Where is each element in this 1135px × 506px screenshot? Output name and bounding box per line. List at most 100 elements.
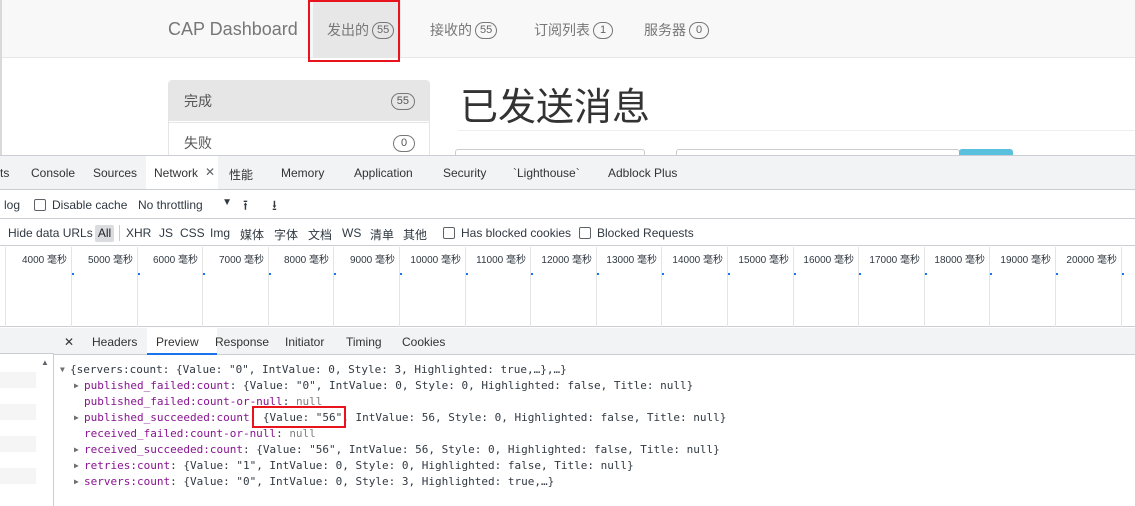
- request-row[interactable]: [0, 372, 36, 388]
- timeline-tick-label: 11000 毫秒: [476, 255, 526, 266]
- tab-lighthouse[interactable]: `Lighthouse`: [513, 166, 580, 180]
- close-icon[interactable]: ✕: [64, 335, 74, 349]
- sidebar-item-label: 失败: [184, 134, 212, 151]
- filter-doc[interactable]: 文档: [308, 226, 332, 243]
- nav-subscriptions-label: 订阅列表: [534, 22, 590, 38]
- timeline-gridline: [202, 247, 203, 327]
- filter-font[interactable]: 字体: [274, 226, 298, 243]
- tab-initiator[interactable]: Initiator: [285, 335, 324, 349]
- tab-timing[interactable]: Timing: [346, 335, 382, 349]
- request-row[interactable]: [0, 404, 36, 420]
- brand-link[interactable]: CAP Dashboard: [168, 19, 298, 40]
- tab-cookies[interactable]: Cookies: [402, 335, 445, 349]
- filter-media[interactable]: 媒体: [240, 226, 264, 243]
- tab-network[interactable]: Network: [154, 166, 198, 180]
- filter-manifest[interactable]: 清单: [370, 226, 394, 243]
- json-value: {Value: "1", IntValue: 0, Style: 0, High…: [183, 459, 634, 472]
- request-row[interactable]: [0, 436, 36, 452]
- filter-img[interactable]: Img: [210, 226, 230, 240]
- request-list-header: [0, 328, 54, 354]
- tab-preview[interactable]: Preview: [156, 335, 199, 349]
- json-value: {Value: "0", IntValue: 0, Style: 3, High…: [183, 475, 555, 488]
- filter-xhr[interactable]: XHR: [126, 226, 151, 240]
- devtools-tabbar: ts Console Sources Network ✕ 性能 Memory A…: [0, 156, 1135, 190]
- json-line[interactable]: ▶ published_failed:count: {Value: "0", In…: [74, 378, 693, 394]
- tab-performance[interactable]: 性能: [229, 166, 253, 183]
- annotation-box-nav: [308, 0, 400, 62]
- divider: [119, 225, 120, 241]
- collapsed-triangle-icon: ▶: [74, 445, 79, 454]
- tab-memory[interactable]: Memory: [281, 166, 324, 180]
- json-line[interactable]: ▶ received_succeeded:count: {Value: "56",…: [74, 442, 720, 458]
- nav-subscriptions[interactable]: 订阅列表 1: [534, 20, 613, 40]
- has-blocked-cookies-label[interactable]: Has blocked cookies: [461, 226, 571, 240]
- timeline-request-mark: [400, 273, 402, 275]
- json-line: received_failed:count-or-null: null: [84, 427, 316, 440]
- sidebar-item-succeeded[interactable]: 完成 55: [169, 81, 429, 121]
- filter-css[interactable]: CSS: [180, 226, 205, 240]
- timeline-tick-label: 19000 毫秒: [1000, 255, 1051, 266]
- json-line[interactable]: ▶ retries:count: {Value: "1", IntValue: 0…: [74, 458, 634, 474]
- export-har-icon[interactable]: ⭳: [272, 195, 277, 219]
- scroll-up-icon[interactable]: ▲: [41, 358, 49, 367]
- nav-received[interactable]: 接收的 55: [430, 20, 498, 40]
- tab-application[interactable]: Application: [354, 166, 413, 180]
- nav-received-label: 接收的: [430, 22, 472, 38]
- filter-js[interactable]: JS: [159, 226, 173, 240]
- hide-data-urls-label[interactable]: Hide data URLs: [8, 226, 93, 240]
- timeline-request-mark: [269, 273, 271, 275]
- timeline-gridline: [989, 247, 990, 327]
- tab-console[interactable]: Console: [31, 166, 75, 180]
- json-root[interactable]: ▼ {servers:count: {Value: "0", IntValue: …: [60, 362, 567, 378]
- preserve-log-label[interactable]: log: [4, 198, 20, 212]
- nav-received-badge: 55: [475, 21, 498, 39]
- json-line[interactable]: ▶ published_succeeded:count: {Value: "56"…: [74, 410, 726, 426]
- timeline-tick-label: 12000 毫秒: [541, 255, 592, 266]
- cap-dashboard: CAP Dashboard 发出的 55 接收的 55 订阅列表 1 服务器 0…: [0, 0, 1135, 155]
- timeline-tick-label: 14000 毫秒: [672, 255, 723, 266]
- timeline-gridline: [727, 247, 728, 327]
- blocked-requests-label[interactable]: Blocked Requests: [597, 226, 694, 240]
- filter-other[interactable]: 其他: [403, 226, 427, 243]
- filter-all[interactable]: All: [95, 225, 114, 242]
- timeline-gridline: [1055, 247, 1056, 327]
- tab-response[interactable]: Response: [215, 335, 269, 349]
- import-har-icon[interactable]: ⭱: [243, 195, 248, 219]
- json-line[interactable]: ▶ servers:count: {Value: "0", IntValue: 0…: [74, 474, 554, 490]
- request-list-scrollbar[interactable]: [37, 355, 53, 506]
- throttling-select[interactable]: No throttling ▼: [132, 195, 232, 215]
- annotation-box-value: [252, 406, 346, 428]
- timeline-request-mark: [859, 273, 861, 275]
- network-overview-timeline[interactable]: 4000 毫秒 5000 毫秒 6000 毫秒 7000 毫秒 8000 毫秒 9000 …: [0, 247, 1135, 327]
- sidebar-item-label: 完成: [184, 93, 212, 109]
- has-blocked-cookies-checkbox[interactable]: [443, 227, 455, 239]
- json-value: {Value: "0", IntValue: 0, Style: 0, High…: [242, 379, 694, 392]
- tab-adblock-plus[interactable]: Adblock Plus: [608, 166, 677, 180]
- timeline-gridline: [530, 247, 531, 327]
- sidebar-item-failed[interactable]: 失败 0: [169, 122, 429, 155]
- json-preview: ▼ {servers:count: {Value: "0", IntValue: …: [54, 356, 1135, 506]
- timeline-tick-label: 10000 毫秒: [410, 255, 461, 266]
- timeline-tick-label: 15000 毫秒: [738, 255, 789, 266]
- request-row[interactable]: [0, 468, 36, 484]
- status-sidebar: 完成 55 失败 0: [168, 80, 430, 155]
- devtools-panel: ts Console Sources Network ✕ 性能 Memory A…: [0, 155, 1135, 506]
- blocked-requests-checkbox[interactable]: [579, 227, 591, 239]
- tab-headers[interactable]: Headers: [92, 335, 137, 349]
- tab-security[interactable]: Security: [443, 166, 486, 180]
- timeline-gridline: [71, 247, 72, 327]
- filter-ws[interactable]: WS: [342, 226, 361, 240]
- timeline-tick-label: 18000 毫秒: [934, 255, 985, 266]
- tab-elements-partial[interactable]: ts: [0, 166, 9, 180]
- json-value: null: [289, 427, 316, 440]
- tab-sources[interactable]: Sources: [93, 166, 137, 180]
- throttling-value: No throttling: [138, 198, 203, 212]
- close-icon[interactable]: ✕: [205, 165, 215, 179]
- disable-cache-label[interactable]: Disable cache: [52, 198, 127, 212]
- filter-bar: Hide data URLs All XHR JS CSS Img 媒体 字体 …: [0, 220, 1135, 246]
- disable-cache-checkbox[interactable]: [34, 199, 46, 211]
- timeline-tick-label: 8000 毫秒: [283, 255, 329, 266]
- timeline-request-mark: [794, 273, 796, 275]
- nav-servers[interactable]: 服务器 0: [644, 20, 709, 40]
- nav-subscriptions-badge: 1: [593, 21, 613, 39]
